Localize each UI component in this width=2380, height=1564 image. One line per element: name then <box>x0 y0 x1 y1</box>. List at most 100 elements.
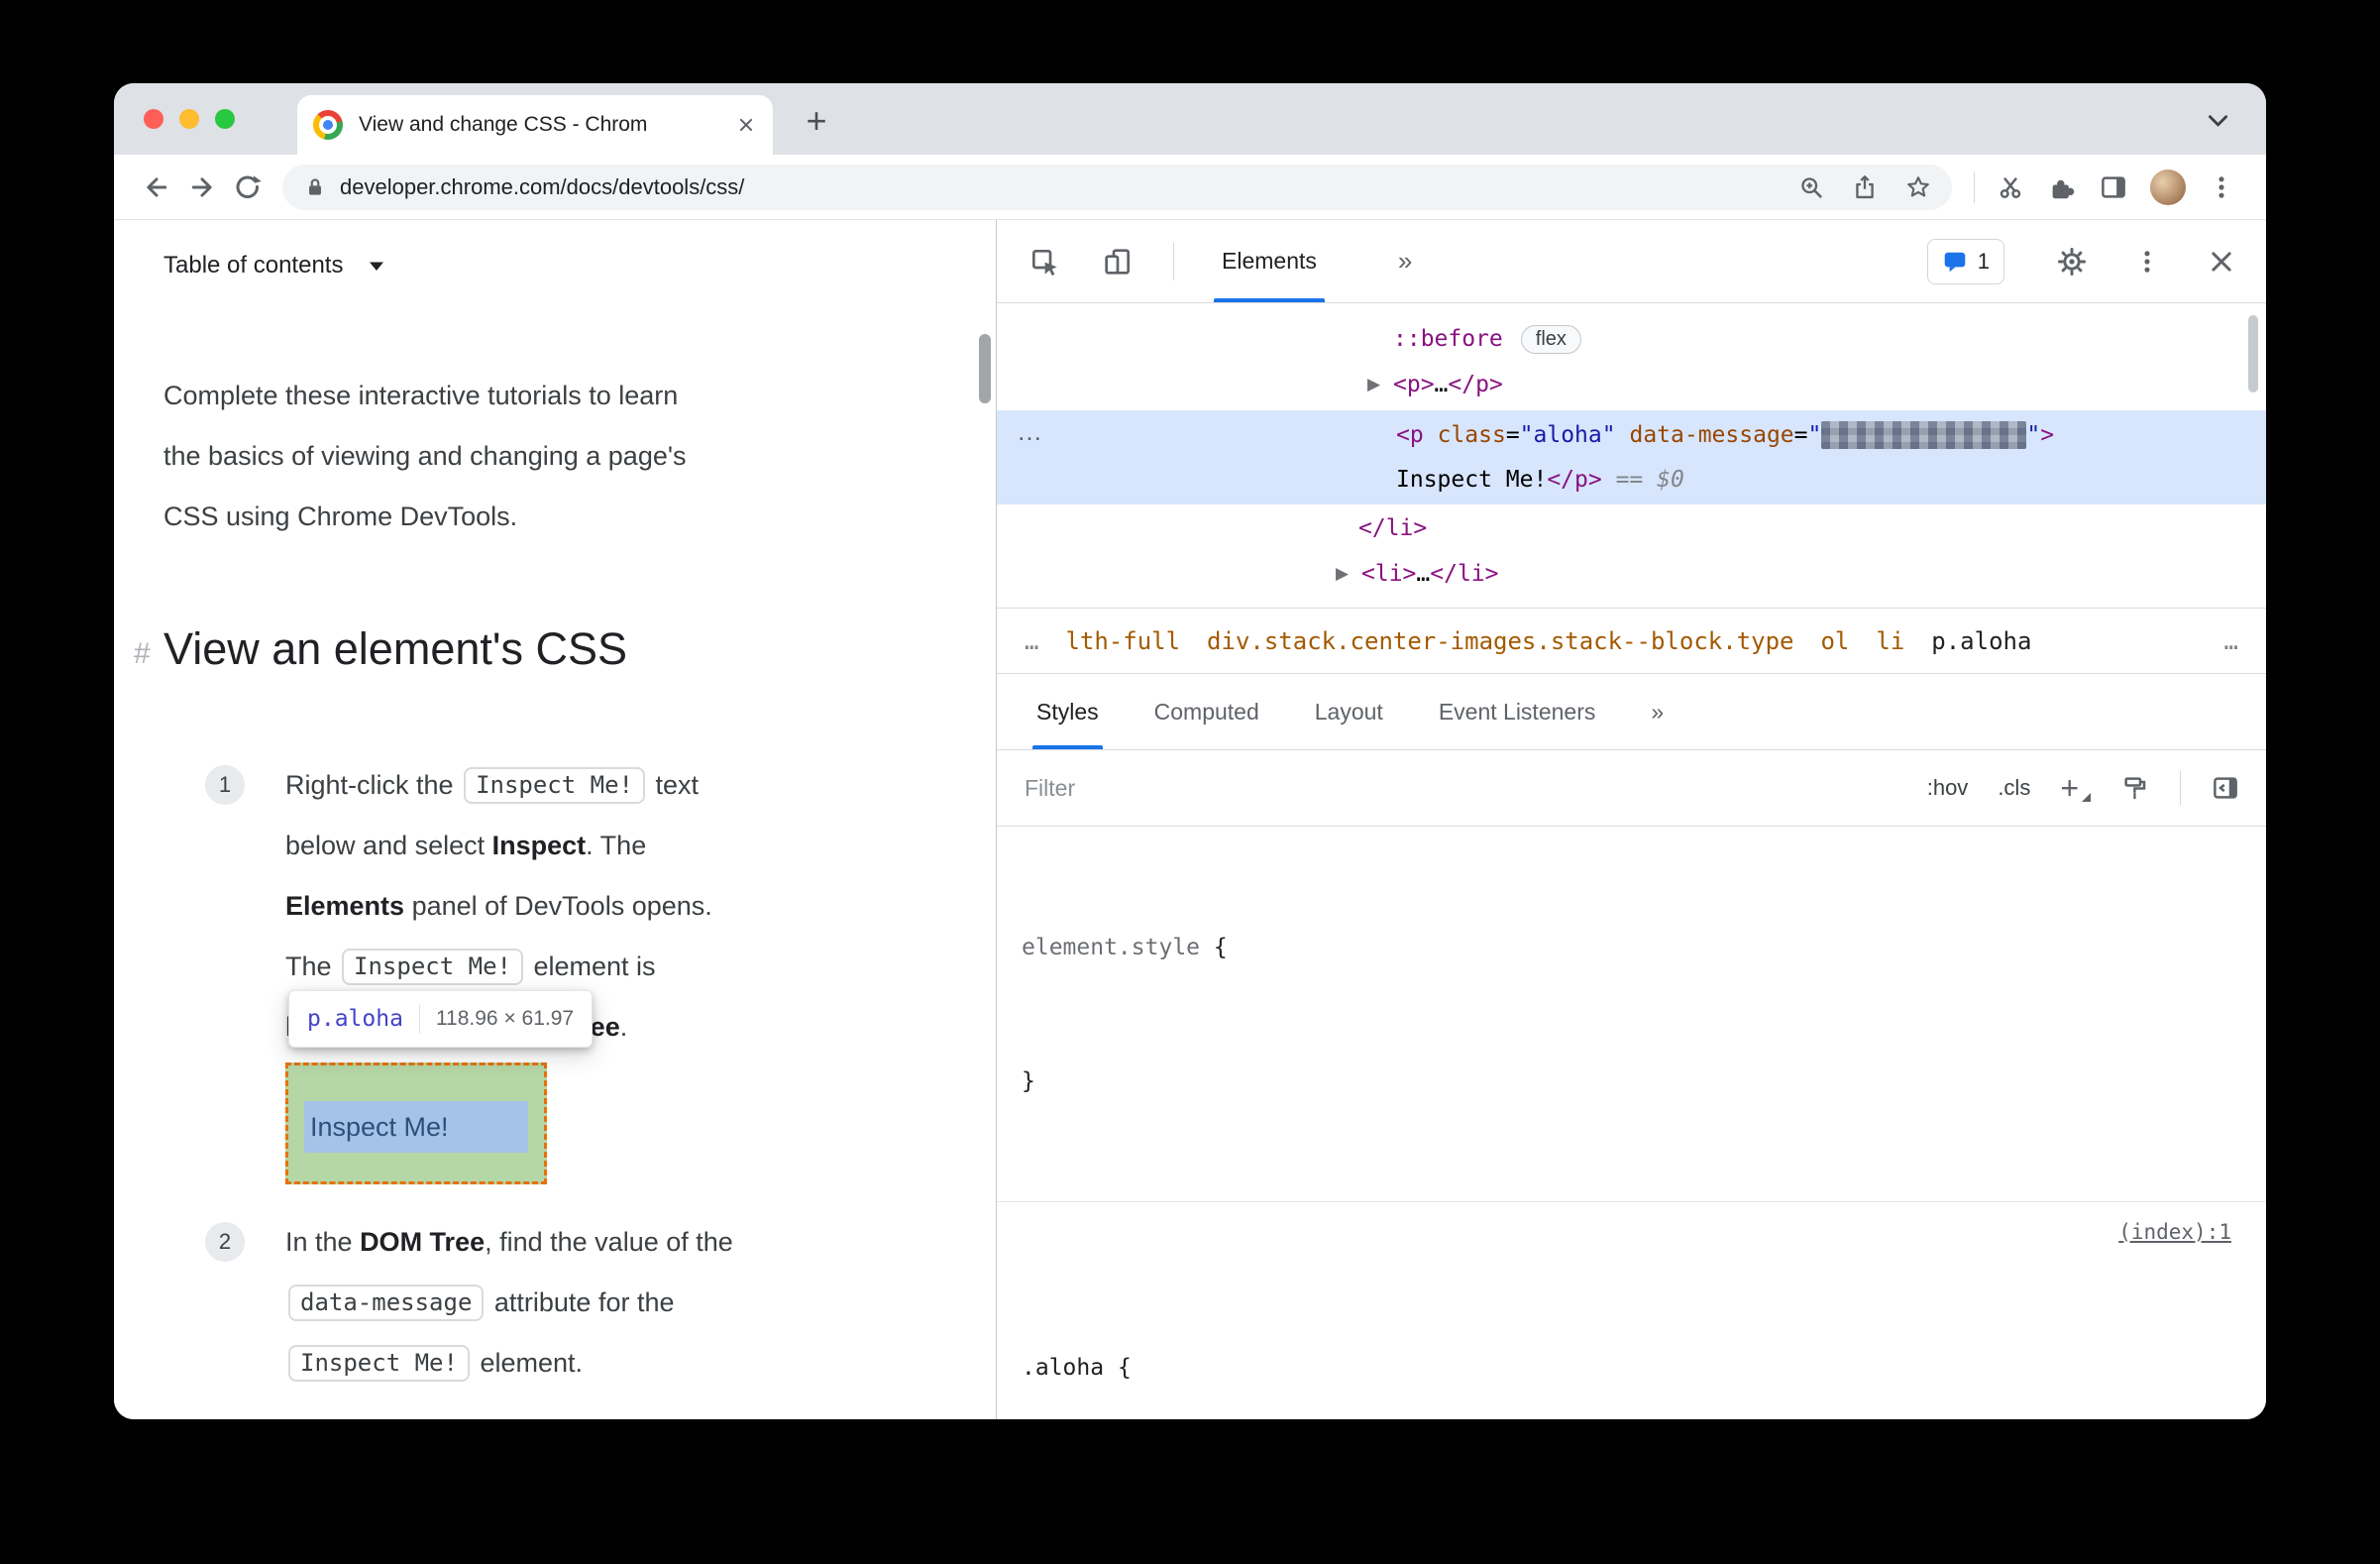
more-sidebar-tabs-chevron[interactable]: » <box>1651 699 1664 726</box>
step-line: In the DOM Tree, find the value of the <box>285 1227 733 1257</box>
breadcrumb-item[interactable]: li <box>1876 627 1904 655</box>
inspect-overlay-tooltip: p.aloha 118.96 × 61.97 <box>288 990 593 1048</box>
dom-node-li-collapsed[interactable]: ▶ <li>…</li> <box>997 551 2266 597</box>
tab-layout[interactable]: Layout <box>1315 699 1383 726</box>
styles-filter-input[interactable] <box>1023 773 1423 803</box>
toggle-hover-state-button[interactable]: :hov <box>1927 775 1969 801</box>
css-close-brace: } <box>1022 1068 1035 1094</box>
intro-paragraph: Complete these interactive tutorials to … <box>163 366 687 547</box>
forward-button[interactable] <box>179 165 225 210</box>
caret-down-icon <box>369 261 384 272</box>
lock-icon <box>302 174 328 200</box>
step-line: below and select Inspect. The <box>285 831 647 860</box>
css-selector-line[interactable]: element.style { <box>1022 926 2266 970</box>
dom-node-text: <p>…</p> <box>1393 372 1503 397</box>
dom-node-before[interactable]: ::before flex <box>997 316 2266 362</box>
extensions-puzzle-icon[interactable] <box>2047 172 2077 202</box>
new-style-rule-button[interactable]: + <box>2060 772 2091 804</box>
window-body: Table of contents Complete these interac… <box>114 220 2266 1419</box>
flex-badge[interactable]: flex <box>1520 324 1581 354</box>
styles-filter-actions: :hov .cls + <box>1927 771 2240 805</box>
article-pane: Table of contents Complete these interac… <box>114 220 996 1419</box>
stylesheet-link[interactable]: (index):1 <box>2118 1210 2231 1255</box>
breadcrumb-item[interactable]: lth-full <box>1065 627 1180 655</box>
tab-elements[interactable]: Elements <box>1210 220 1329 302</box>
devtools-close-icon[interactable] <box>2207 247 2236 277</box>
breadcrumb-overflow-left[interactable]: … <box>1025 627 1038 655</box>
table-of-contents-control[interactable]: Table of contents <box>163 252 384 279</box>
breadcrumb-overflow-right[interactable]: … <box>2224 627 2238 655</box>
reload-button[interactable] <box>225 165 270 210</box>
tab-computed[interactable]: Computed <box>1154 699 1259 726</box>
dom-breadcrumbs: … lth-full div.stack.center-images.stack… <box>997 608 2266 674</box>
address-bar[interactable]: developer.chrome.com/docs/devtools/css/ <box>282 164 1952 210</box>
sidebar-tabs: Styles Computed Layout Event Listeners » <box>997 674 2266 750</box>
filter-bar-divider <box>2180 771 2181 805</box>
tab-title: View and change CSS - Chrom <box>359 113 648 136</box>
step-line: Right-click the Inspect Me! text <box>285 755 712 816</box>
back-button[interactable] <box>134 165 179 210</box>
window-controls <box>144 83 235 155</box>
console-messages-badge[interactable]: 1 <box>1926 238 2004 284</box>
zoom-icon[interactable] <box>1797 173 1825 201</box>
browser-menu-icon[interactable] <box>2208 173 2235 201</box>
settings-gear-icon[interactable] <box>2056 246 2088 278</box>
dom-selected-line-2: Inspect Me! </p> == $0 <box>1396 467 1684 493</box>
dom-node-text: <li>…</li> <box>1361 561 1499 587</box>
share-icon[interactable] <box>1851 173 1879 201</box>
inspect-me-element[interactable]: Inspect Me! <box>285 1062 547 1184</box>
expand-arrow-icon[interactable]: ▶ <box>1367 375 1380 394</box>
fullscreen-window-button[interactable] <box>215 109 235 129</box>
devtools-panel: Elements » 1::before flex ▶ <p>…</p> … … <box>996 220 2266 1419</box>
profile-avatar[interactable] <box>2150 168 2186 205</box>
screen-background: View and change CSS - Chrom + developer.… <box>0 0 2380 1564</box>
expand-arrow-icon[interactable]: ▶ <box>1336 564 1349 584</box>
dom-node-selected[interactable]: … <p class = "aloha" data-message = " " > Insp… <box>997 410 2266 504</box>
device-toolbar-icon[interactable] <box>1102 246 1134 278</box>
breadcrumb-current[interactable]: p.aloha <box>1931 627 2031 655</box>
toggle-classes-button[interactable]: .cls <box>1998 775 2030 801</box>
step-2-number: 2 <box>205 1222 245 1262</box>
section-heading: # View an element's CSS <box>114 621 996 685</box>
inspect-me-content-highlight: Inspect Me! <box>304 1101 528 1153</box>
tab-styles[interactable]: Styles <box>1032 674 1103 749</box>
step-line: Inspect Me! element. <box>285 1333 733 1394</box>
breadcrumb-item[interactable]: ol <box>1820 627 1849 655</box>
tab-event-listeners[interactable]: Event Listeners <box>1439 699 1596 726</box>
dom-node-p-collapsed[interactable]: ▶ <p>…</p> <box>997 362 2266 407</box>
breadcrumb-item[interactable]: div.stack.center-images.stack--block.typ… <box>1207 627 1793 655</box>
toolbar-divider <box>1974 170 1975 203</box>
new-tab-button[interactable]: + <box>792 96 841 146</box>
article-scrollbar[interactable] <box>979 334 991 403</box>
console-bubble-icon <box>1942 249 1968 275</box>
dock-sidebar-icon[interactable] <box>2211 773 2240 803</box>
step-2-text: In the DOM Tree, find the value of the d… <box>285 1212 733 1394</box>
css-selector-line[interactable]: .aloha { <box>1022 1346 2266 1391</box>
close-window-button[interactable] <box>144 109 163 129</box>
url-text: developer.chrome.com/docs/devtools/css/ <box>340 173 745 199</box>
side-panel-icon[interactable] <box>2099 172 2128 202</box>
tooltip-divider <box>418 1004 420 1034</box>
css-rule-aloha[interactable]: (index):1 .aloha { border: ▶ 1px dashed … <box>997 1202 2266 1419</box>
bookmark-star-icon[interactable] <box>1904 173 1932 201</box>
node-more-actions-icon[interactable]: … <box>1017 416 1042 447</box>
browser-tab[interactable]: View and change CSS - Chrom <box>297 95 773 155</box>
tab-search-chevron-icon[interactable] <box>2205 107 2230 133</box>
intro-line: the basics of viewing and changing a pag… <box>163 441 687 471</box>
more-panels-chevron[interactable]: » <box>1398 246 1412 277</box>
rendering-emulation-icon[interactable] <box>2120 773 2150 803</box>
inspect-element-icon[interactable] <box>1028 246 1060 278</box>
heading-anchor-hash[interactable]: # <box>134 637 151 671</box>
css-rule-element-style[interactable]: element.style { } <box>997 827 2266 1202</box>
devtools-menu-icon[interactable] <box>2133 248 2161 276</box>
minimize-window-button[interactable] <box>179 109 199 129</box>
devtools-toolbar: Elements » 1 <box>997 220 2266 303</box>
scissors-extension-icon[interactable] <box>1996 172 2025 202</box>
dom-node-text: ::before <box>1393 326 1503 352</box>
step-1-number: 1 <box>205 765 245 805</box>
dom-tree-scrollbar[interactable] <box>2248 315 2258 392</box>
browser-toolbar: developer.chrome.com/docs/devtools/css/ <box>114 155 2266 220</box>
console-message-count: 1 <box>1977 248 1990 274</box>
dom-node-li-close[interactable]: </li> <box>997 505 2266 551</box>
tab-close-icon[interactable] <box>735 114 757 136</box>
